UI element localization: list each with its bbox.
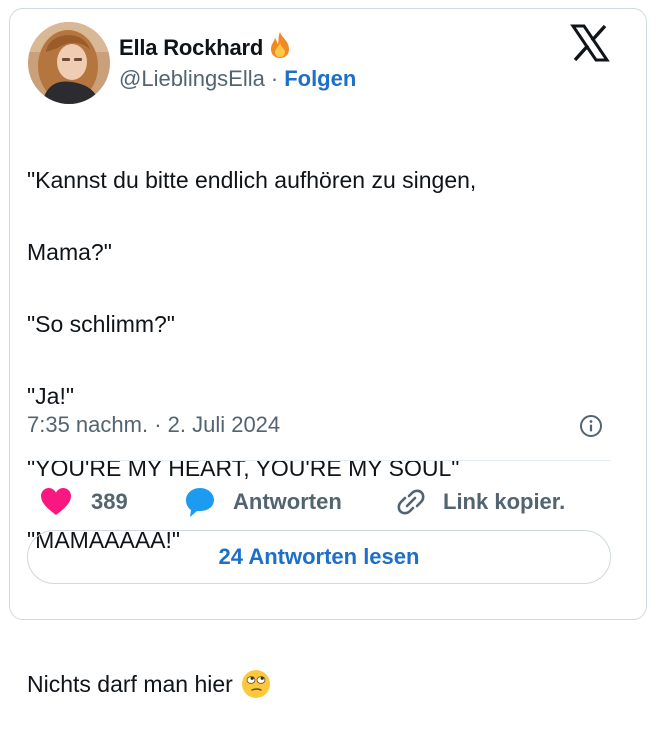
action-bar: 389 Antworten Link kopier.	[27, 480, 611, 524]
tweet-timestamp[interactable]: 7:35 nachm. · 2. Juli 2024	[27, 412, 280, 438]
reply-label: Antworten	[233, 489, 342, 514]
tweet-line: "So schlimm?"	[27, 311, 175, 337]
divider	[27, 460, 611, 461]
avatar[interactable]	[28, 22, 110, 104]
fire-icon	[265, 30, 295, 66]
heart-icon	[39, 486, 73, 518]
tweet-line: "Kannst du bitte endlich aufhören zu sin…	[27, 167, 477, 193]
reply-button[interactable]: Antworten	[183, 480, 342, 524]
handle-line: @LieblingsElla · Folgen	[119, 66, 356, 92]
tweet-line: Mama?"	[27, 239, 112, 265]
read-replies-button[interactable]: 24 Antworten lesen	[27, 530, 611, 584]
like-button[interactable]: 389	[39, 480, 128, 524]
separator-dot: ·	[270, 66, 279, 91]
author-name[interactable]: Ella Rockhard	[119, 30, 295, 66]
tweet-last-line: Nichts darf man hier	[27, 666, 607, 702]
reply-bubble-icon	[183, 485, 217, 519]
info-icon[interactable]	[579, 414, 603, 438]
like-count: 389	[91, 489, 128, 514]
copy-link-label: Link kopier.	[443, 489, 566, 514]
tweet-line: Nichts darf man hier	[27, 671, 233, 697]
copy-link-button[interactable]: Link kopier.	[395, 480, 565, 524]
x-logo-icon[interactable]	[569, 22, 611, 64]
display-name: Ella Rockhard	[119, 35, 264, 60]
tweet-line: "Ja!"	[27, 383, 75, 409]
follow-button[interactable]: Folgen	[284, 66, 356, 92]
author-handle[interactable]: @LieblingsElla	[119, 66, 265, 92]
link-icon	[395, 486, 427, 518]
eye-roll-emoji-icon	[241, 669, 271, 699]
